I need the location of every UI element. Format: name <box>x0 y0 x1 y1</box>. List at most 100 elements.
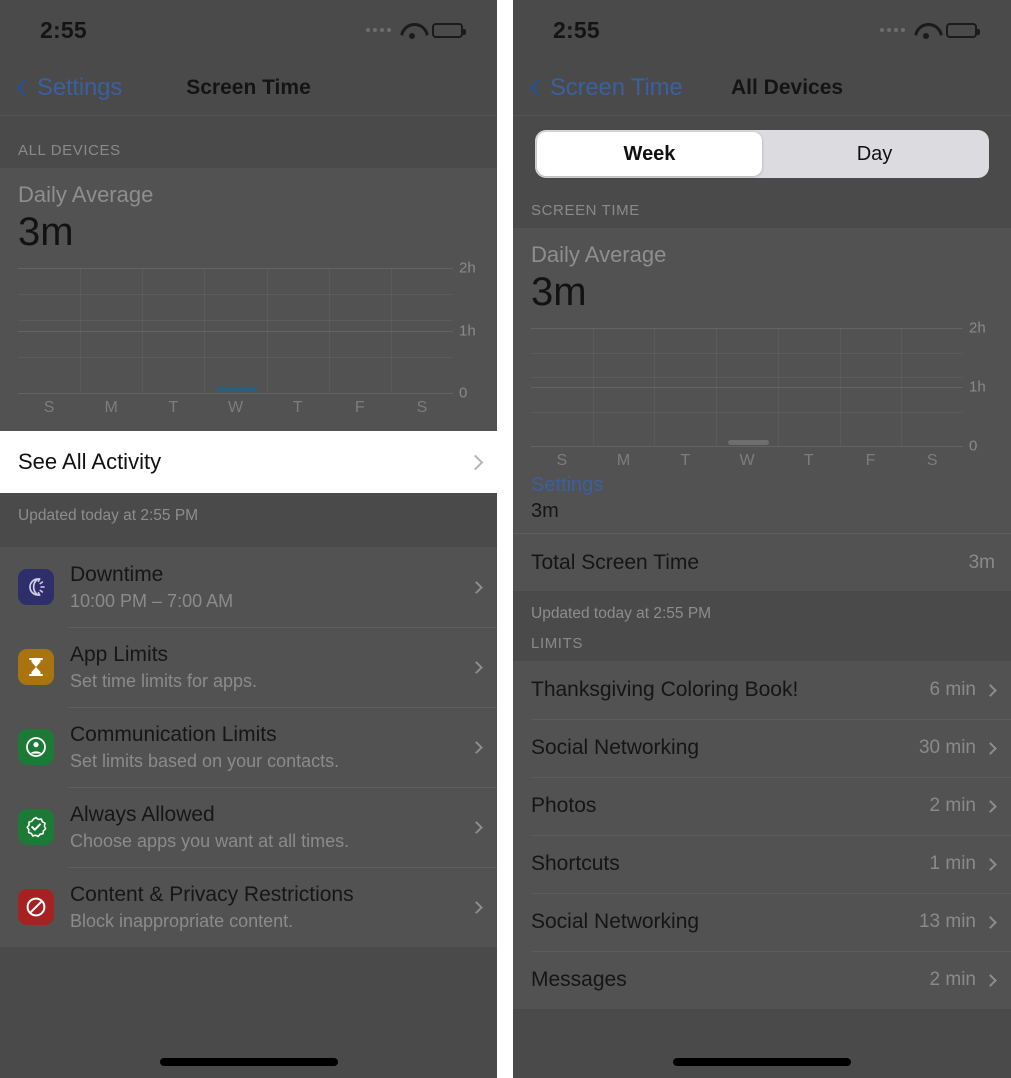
chart-ytick-2h: 2h <box>459 259 476 277</box>
chart-xtick: T <box>680 452 691 469</box>
settings-row-title: Downtime <box>70 563 164 587</box>
limit-name: Thanksgiving Coloring Book! <box>531 678 799 701</box>
signal-dots-icon <box>880 28 905 32</box>
chart-xtick: T <box>292 399 303 416</box>
limit-row[interactable]: Social Networking 13 min <box>513 893 1011 951</box>
downtime-moon-icon <box>18 569 54 605</box>
chart-bar-wednesday <box>215 387 258 392</box>
home-indicator-right[interactable] <box>673 1058 851 1066</box>
limit-row[interactable]: Thanksgiving Coloring Book! 6 min <box>513 661 1011 719</box>
chart-xtick: S <box>43 399 55 416</box>
settings-row-subtitle: Choose apps you want at all times. <box>70 830 350 851</box>
back-button-screen-time[interactable]: Screen Time <box>529 74 683 102</box>
total-screen-time-row: Total Screen Time 3m <box>513 533 1011 591</box>
settings-row-subtitle: Set time limits for apps. <box>70 670 258 691</box>
status-bar-left: 2:55 <box>0 0 497 60</box>
app-breakdown-settings[interactable]: Settings 3m <box>513 470 1011 533</box>
settings-row-title: Content & Privacy Restrictions <box>70 883 354 907</box>
chart-xtick: S <box>416 399 428 416</box>
settings-row-subtitle: Set limits based on your contacts. <box>70 750 340 771</box>
chart-bar-wednesday <box>727 440 769 445</box>
back-label: Settings <box>37 73 123 101</box>
chevron-right-icon <box>984 857 997 871</box>
chevron-right-icon <box>470 660 483 674</box>
settings-row-subtitle: 10:00 PM – 7:00 AM <box>70 590 234 611</box>
chevron-right-icon <box>470 740 483 754</box>
settings-row-always-allowed[interactable]: Always Allowed Choose apps you want at a… <box>0 787 497 867</box>
chart-xtick: W <box>227 399 244 416</box>
battery-icon <box>432 22 466 38</box>
settings-row-text: Content & Privacy Restrictions Block ina… <box>70 882 472 931</box>
person-circle-icon <box>18 729 54 765</box>
see-all-activity-label: See All Activity <box>18 449 162 474</box>
wifi-icon <box>400 22 423 39</box>
status-bar-right: 2:55 <box>513 0 1011 60</box>
signal-dots-icon <box>366 28 391 32</box>
limit-value: 1 min <box>929 853 976 874</box>
settings-row-app-limits[interactable]: App Limits Set time limits for apps. <box>0 627 497 707</box>
limit-row[interactable]: Shortcuts 1 min <box>513 835 1011 893</box>
checkmark-badge-icon <box>18 809 54 845</box>
section-header-screen-time: SCREEN TIME <box>531 202 640 219</box>
settings-row-text: App Limits Set time limits for apps. <box>70 642 472 691</box>
total-screen-time-value: 3m <box>968 551 995 573</box>
settings-row-text: Downtime 10:00 PM – 7:00 AM <box>70 562 472 611</box>
chart-xtick: M <box>104 399 118 416</box>
segment-week[interactable]: Week <box>537 132 762 176</box>
settings-row-downtime[interactable]: Downtime 10:00 PM – 7:00 AM <box>0 547 497 627</box>
phone-screen-left: 2:55 Settings Screen Time ALL DEVICES Da… <box>0 0 497 1078</box>
screen-time-card: Daily Average 3m 2h 1h 0 S M T W T F S <box>0 168 497 431</box>
limit-value: 2 min <box>929 969 976 990</box>
chart-ytick-0: 0 <box>459 384 468 402</box>
limits-group: Thanksgiving Coloring Book! 6 min Social… <box>513 661 1011 1009</box>
section-header-limits: LIMITS <box>531 635 583 652</box>
chart-ytick-0: 0 <box>969 437 978 455</box>
daily-average-label: Daily Average <box>18 182 154 207</box>
limit-row[interactable]: Social Networking 30 min <box>513 719 1011 777</box>
chevron-right-icon <box>984 915 997 929</box>
daily-average-block-right: Daily Average 3m <box>513 228 1011 314</box>
hourglass-icon <box>18 649 54 685</box>
settings-row-communication-limits[interactable]: Communication Limits Set limits based on… <box>0 707 497 787</box>
status-indicators <box>366 22 466 39</box>
breakdown-app-name: Settings <box>531 474 604 496</box>
chart-xtick: T <box>168 399 179 416</box>
back-button-settings[interactable]: Settings <box>16 74 122 102</box>
settings-row-content-privacy[interactable]: Content & Privacy Restrictions Block ina… <box>0 867 497 947</box>
segment-day[interactable]: Day <box>762 132 987 176</box>
breakdown-app-time: 3m <box>531 500 559 522</box>
updated-note-left: Updated today at 2:55 PM <box>18 507 199 524</box>
chart-xtick: F <box>865 452 876 469</box>
limit-row[interactable]: Messages 2 min <box>513 951 1011 1009</box>
screen-time-card-right: Daily Average 3m 2h 1h 0 S M T W T F S S… <box>513 228 1011 591</box>
no-entry-icon <box>18 889 54 925</box>
screenshot-stage: 2:55 Settings Screen Time ALL DEVICES Da… <box>0 0 1011 1078</box>
chevron-left-icon <box>16 79 34 96</box>
chevron-right-icon <box>984 683 997 697</box>
chart-xtick: S <box>926 452 938 469</box>
week-day-segmented-control[interactable]: Week Day <box>535 130 989 178</box>
daily-average-block: Daily Average 3m <box>0 168 497 254</box>
chart-ytick-2h: 2h <box>969 319 986 337</box>
limit-name: Social Networking <box>531 736 700 759</box>
chart-ytick-1h: 1h <box>969 378 986 396</box>
limit-row[interactable]: Photos 2 min <box>513 777 1011 835</box>
wifi-icon <box>914 22 937 39</box>
weekly-usage-chart-right: 2h 1h 0 S M T W T F S <box>513 314 1011 470</box>
chart-xtick: W <box>739 452 755 469</box>
page-title: All Devices <box>731 75 844 99</box>
back-label: Screen Time <box>550 73 683 101</box>
status-time: 2:55 <box>553 16 600 43</box>
home-indicator-left[interactable] <box>159 1058 338 1066</box>
chevron-right-icon <box>470 580 483 594</box>
week-day-segmented-control-wrapper: Week Day <box>513 116 1011 194</box>
weekly-usage-chart-left: 2h 1h 0 S M T W T F S <box>0 254 497 431</box>
see-all-activity-row[interactable]: See All Activity <box>0 431 497 493</box>
section-header-all-devices: ALL DEVICES <box>18 142 121 159</box>
limit-value: 13 min <box>918 911 976 932</box>
phone-screen-right: 2:55 Screen Time All Devices Week Day SC… <box>513 0 1011 1078</box>
chevron-right-icon <box>984 741 997 755</box>
chevron-right-icon <box>984 799 997 813</box>
chart-xaxis-left: S M T W T F S <box>18 399 453 417</box>
limit-name: Messages <box>531 968 627 991</box>
